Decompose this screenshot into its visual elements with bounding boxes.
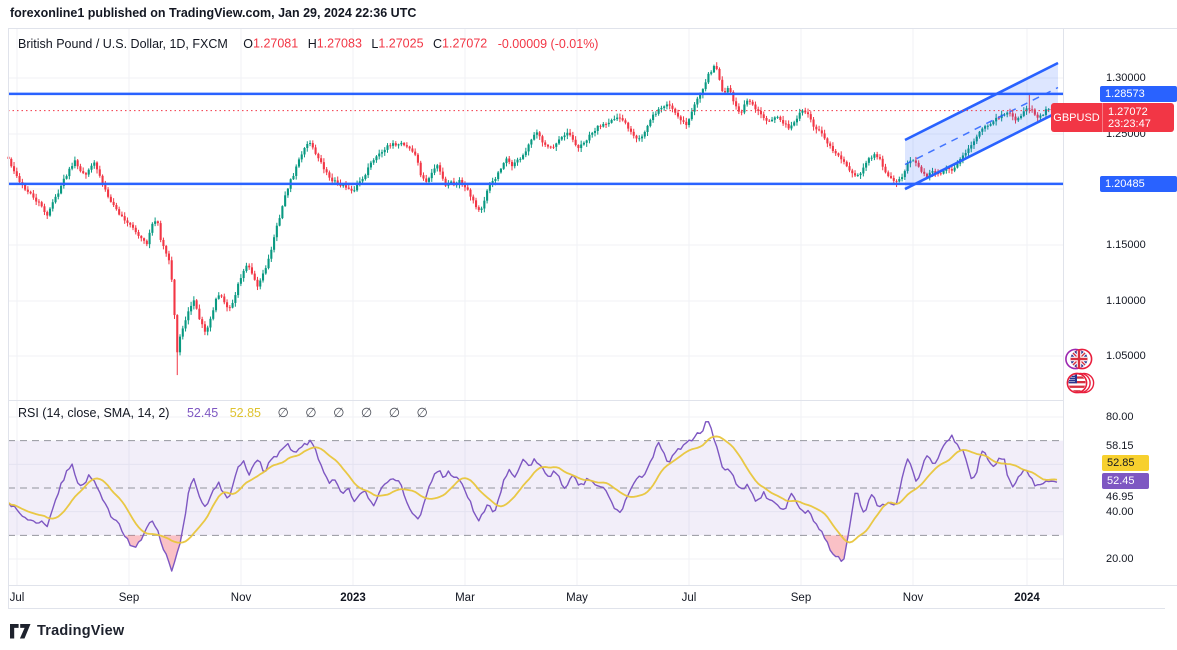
rsi-axis-tick: 40.00	[1106, 506, 1134, 518]
open-label: O	[243, 36, 254, 51]
close-value: 1.27072	[442, 36, 488, 51]
time-axis-label: Sep	[790, 592, 812, 604]
symbol-tag: GBPUSD	[1051, 103, 1103, 132]
lower-level-price-label: 1.20485	[1100, 176, 1177, 192]
left-border	[8, 28, 9, 608]
time-axis-label: May	[566, 592, 588, 604]
time-axis-label: Nov	[902, 592, 924, 604]
time-axis-label: 2023	[340, 592, 366, 604]
time-axis-label: Jul	[9, 592, 25, 604]
tradingview-mark-icon	[10, 623, 31, 638]
price-axis-tick: 1.15000	[1106, 239, 1146, 251]
pane-separator[interactable]	[8, 400, 1063, 401]
rsi-value: 52.45	[186, 406, 219, 420]
rsi-value-badge: 52.45	[1102, 473, 1149, 489]
rsi-legend: RSI (14, close, SMA, 14, 2) 52.45 52.85 …	[18, 405, 428, 421]
rsi-axis-tick: 20.00	[1106, 553, 1134, 565]
hidden-plot-icon[interactable]: ∅	[361, 405, 372, 420]
rsi-axis-tick: 46.95	[1106, 491, 1134, 503]
rsi-title[interactable]: RSI (14, close, SMA, 14, 2)	[18, 406, 169, 420]
time-axis-label: Mar	[455, 592, 475, 604]
time-axis-label: Jul	[681, 592, 697, 604]
rsi-ma-badge: 52.85	[1102, 455, 1149, 471]
chart-canvas[interactable]	[0, 0, 1177, 650]
last-price-badge: GBPUSD 1.27072 23:23:47	[1051, 103, 1174, 132]
rsi-axis-tick: 58.15	[1106, 440, 1134, 452]
rsi-axis-tick: 80.00	[1106, 411, 1134, 423]
price-axis-tick: 1.10000	[1106, 295, 1146, 307]
symbol-flag-icons	[1065, 348, 1095, 394]
high-label: H	[307, 36, 317, 51]
time-axis-label: 2024	[1014, 592, 1040, 604]
hidden-plot-icon[interactable]: ∅	[333, 405, 344, 420]
price-axis-tick: 1.30000	[1106, 72, 1146, 84]
change-value: -0.00009 (-0.01%)	[497, 36, 599, 51]
upper-level-price-label: 1.28573	[1100, 86, 1177, 102]
symbol-title[interactable]: British Pound / U.S. Dollar, 1D, FXCM	[18, 37, 228, 51]
symbol-legend: British Pound / U.S. Dollar, 1D, FXCM O1…	[18, 36, 598, 51]
price-axis-tick: 1.05000	[1106, 350, 1146, 362]
high-value: 1.27083	[316, 36, 362, 51]
time-axis-label: Nov	[230, 592, 252, 604]
time-axis-top-border	[8, 585, 1177, 586]
rsi-ma-value: 52.85	[229, 406, 261, 420]
usd-flag-icon	[1066, 372, 1095, 394]
top-border	[8, 28, 1177, 29]
open-value: 1.27081	[253, 36, 299, 51]
hidden-plot-icon[interactable]: ∅	[389, 405, 400, 420]
bottom-border	[8, 608, 1165, 609]
time-axis-label: Sep	[118, 592, 140, 604]
bar-countdown: 23:23:47	[1108, 117, 1151, 130]
tradingview-logo-text: TradingView	[37, 623, 125, 639]
gbp-flag-icon	[1065, 348, 1093, 370]
low-value: 1.27025	[378, 36, 424, 51]
hidden-plot-icon[interactable]: ∅	[277, 405, 288, 420]
last-price-value: 1.27072	[1108, 105, 1148, 118]
tradingview-logo[interactable]: TradingView	[10, 623, 124, 639]
close-label: C	[433, 36, 443, 51]
hidden-plot-icon[interactable]: ∅	[417, 405, 428, 420]
hidden-plot-icon[interactable]: ∅	[305, 405, 316, 420]
